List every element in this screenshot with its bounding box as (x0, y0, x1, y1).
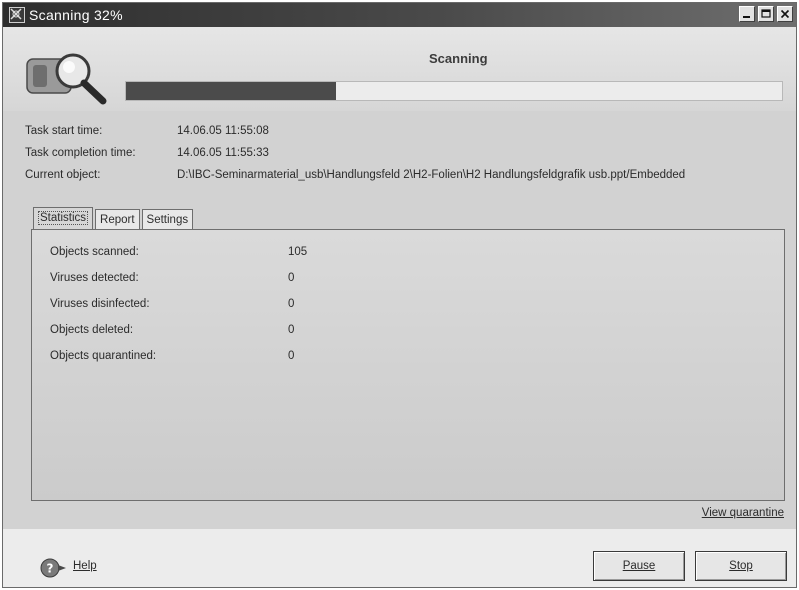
stat-value: 0 (288, 298, 295, 310)
title-bar[interactable]: Scanning 32% (3, 3, 796, 27)
current-object-row: Current object: D:\IBC-Seminarmaterial_us… (25, 169, 685, 181)
task-completion-value: 14.06.05 11:55:33 (177, 147, 269, 159)
stat-value: 0 (288, 350, 295, 362)
scan-status-title: Scanning (429, 51, 488, 66)
task-start-value: 14.06.05 11:55:08 (177, 125, 269, 137)
current-object-label: Current object: (25, 169, 101, 181)
tab-settings[interactable]: Settings (141, 209, 194, 230)
tab-bar: Statistics Report Settings (33, 207, 195, 230)
stat-label: Viruses detected: (50, 272, 139, 284)
stat-value: 105 (288, 246, 308, 258)
svg-text:?: ? (47, 562, 54, 576)
stat-row: Objects deleted: 0 (50, 324, 294, 336)
maximize-button[interactable] (758, 6, 774, 22)
stat-value: 0 (288, 324, 295, 336)
stat-label: Objects deleted: (50, 324, 134, 336)
window-title: Scanning 32% (29, 7, 123, 23)
current-object-value: D:\IBC-Seminarmaterial_usb\Handlungsfeld… (177, 169, 686, 181)
scan-window: Scanning 32% Scanning Task start time: 14… (2, 2, 797, 588)
stat-value: 0 (288, 272, 295, 284)
magnifier-scan-icon (21, 41, 113, 107)
scan-header: Scanning (3, 27, 796, 111)
view-quarantine-link[interactable]: View quarantine (702, 507, 784, 519)
pause-button[interactable]: Pause (593, 551, 685, 581)
stop-button[interactable]: Stop (695, 551, 787, 581)
task-completion-label: Task completion time: (25, 147, 136, 159)
footer-bar: ? Help Pause Stop (3, 529, 796, 587)
task-completion-row: Task completion time: 14.06.05 11:55:33 (25, 147, 269, 159)
stat-label: Objects quarantined: (50, 350, 157, 362)
tab-report[interactable]: Report (95, 209, 140, 230)
help-link[interactable]: Help (73, 560, 97, 572)
tab-statistics[interactable]: Statistics (33, 207, 94, 230)
scan-progress-fill (126, 82, 336, 100)
task-start-label: Task start time: (25, 125, 103, 137)
stat-label: Objects scanned: (50, 246, 139, 258)
stat-row: Viruses detected: 0 (50, 272, 294, 284)
stat-row: Objects scanned: 105 (50, 246, 307, 258)
task-start-row: Task start time: 14.06.05 11:55:08 (25, 125, 269, 137)
stat-label: Viruses disinfected: (50, 298, 150, 310)
statistics-panel: Objects scanned: 105 Viruses detected: 0 V… (31, 229, 785, 501)
minimize-button[interactable] (739, 6, 755, 22)
scanner-icon (9, 7, 25, 23)
help-icon[interactable]: ? (39, 557, 69, 579)
stat-row: Viruses disinfected: 0 (50, 298, 294, 310)
close-button[interactable] (777, 6, 793, 22)
scan-progress-bar (125, 81, 783, 101)
stat-row: Objects quarantined: 0 (50, 350, 294, 362)
